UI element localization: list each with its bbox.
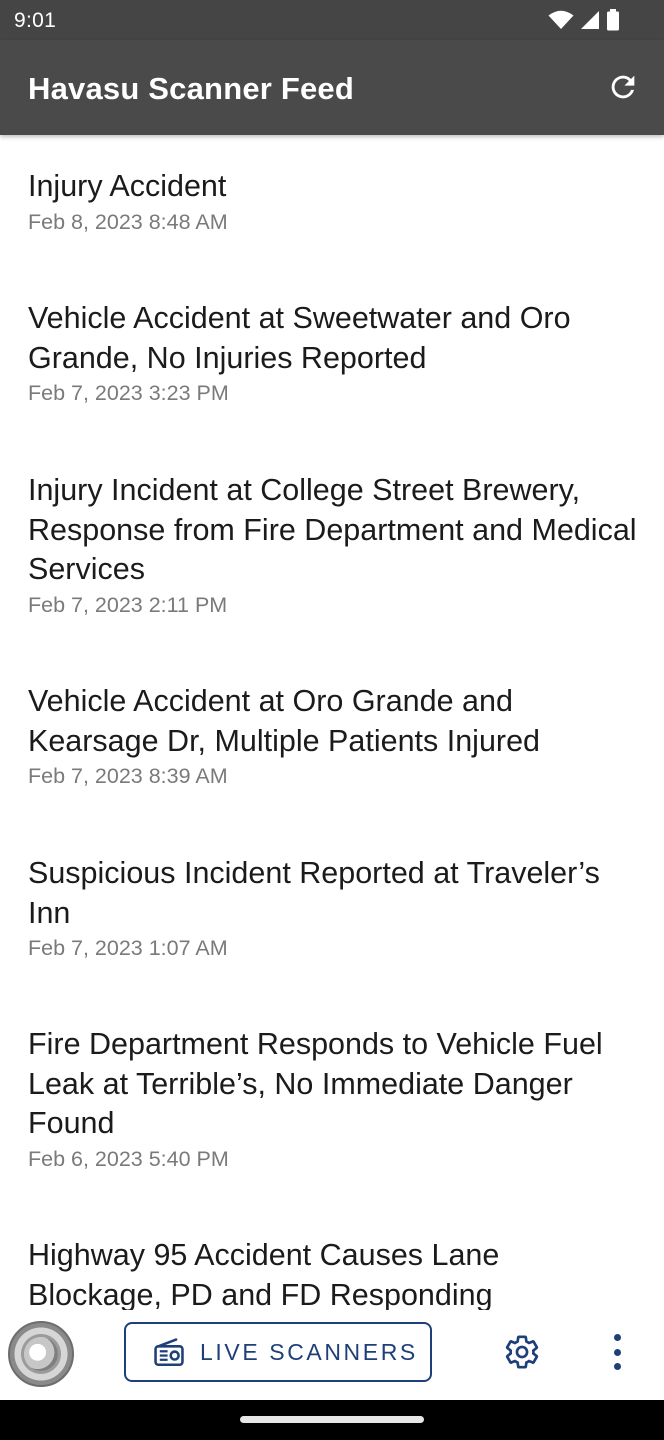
feed-item-date: Feb 8, 2023 8:48 AM	[28, 209, 228, 234]
feed-item-date: Feb 6, 2023 5:40 PM	[28, 1146, 229, 1171]
app-bar: Havasu Scanner Feed	[0, 40, 664, 135]
feed-list: Injury Accident Feb 8, 2023 8:48 AM Vehi…	[0, 135, 664, 1310]
feed-item-title: Injury Accident	[28, 169, 227, 203]
feed-item-date: Feb 7, 2023 8:39 AM	[28, 764, 228, 788]
feed-item-title: Suspicious Incident Reported at Traveler…	[28, 856, 600, 930]
wifi-icon	[548, 10, 574, 30]
eagle-emblem-icon	[24, 1337, 58, 1371]
feed-item-title: Injury Incident at College Street Brewer…	[28, 473, 637, 586]
screen: 9:01 Havasu Scanner Feed Injury Accident…	[0, 0, 664, 1440]
more-vert-icon-dot	[613, 1348, 621, 1356]
feed-item-title: Fire Department Responds to Vehicle Fuel…	[28, 1027, 603, 1140]
more-vert-icon-dot	[613, 1363, 621, 1370]
refresh-button[interactable]	[606, 70, 640, 104]
feed-item[interactable]: Vehicle Accident at Oro Grande and Kears…	[28, 682, 638, 790]
gear-icon	[505, 1335, 539, 1369]
status-time: 9:01	[14, 9, 57, 32]
status-icons	[548, 9, 620, 31]
feed-item[interactable]: Highway 95 Accident Causes Lane Blockage…	[28, 1236, 638, 1310]
feed-item-date: Feb 7, 2023 3:23 PM	[28, 381, 229, 405]
feed-item[interactable]: Vehicle Accident at Sweetwater and Oro G…	[28, 299, 638, 407]
status-bar: 9:01	[0, 0, 664, 40]
system-navigation-bar	[0, 1400, 664, 1440]
more-options-button[interactable]	[604, 1334, 630, 1370]
feed-item-title: Vehicle Accident at Sweetwater and Oro G…	[28, 301, 571, 375]
battery-icon	[606, 9, 620, 31]
refresh-icon	[611, 75, 635, 99]
live-scanners-label: LIVE SCANNERS	[200, 1338, 418, 1365]
feed-item[interactable]: Injury Accident Feb 8, 2023 8:48 AM	[28, 167, 638, 236]
bottom-bar: LIVE SCANNERS	[0, 1310, 664, 1400]
feed-item-date: Feb 7, 2023 1:07 AM	[28, 936, 228, 960]
feed-item-title: Vehicle Accident at Oro Grande and Kears…	[28, 684, 540, 758]
feed-item-title: Highway 95 Accident Causes Lane Blockage…	[28, 1238, 500, 1310]
feed-item[interactable]: Suspicious Incident Reported at Traveler…	[28, 854, 638, 962]
feed-item[interactable]: Injury Incident at College Street Brewer…	[28, 471, 638, 619]
app-title: Havasu Scanner Feed	[28, 71, 355, 106]
feed-item[interactable]: Fire Department Responds to Vehicle Fuel…	[28, 1025, 638, 1173]
app-logo[interactable]	[8, 1321, 74, 1387]
more-vert-icon-dot	[613, 1334, 621, 1341]
live-scanners-button[interactable]: LIVE SCANNERS	[124, 1322, 432, 1382]
radio-icon	[154, 1338, 184, 1367]
feed-item-date: Feb 7, 2023 2:11 PM	[28, 592, 228, 617]
cell-signal-icon	[580, 10, 600, 30]
settings-button[interactable]	[503, 1333, 541, 1371]
home-gesture-pill[interactable]	[240, 1416, 424, 1423]
